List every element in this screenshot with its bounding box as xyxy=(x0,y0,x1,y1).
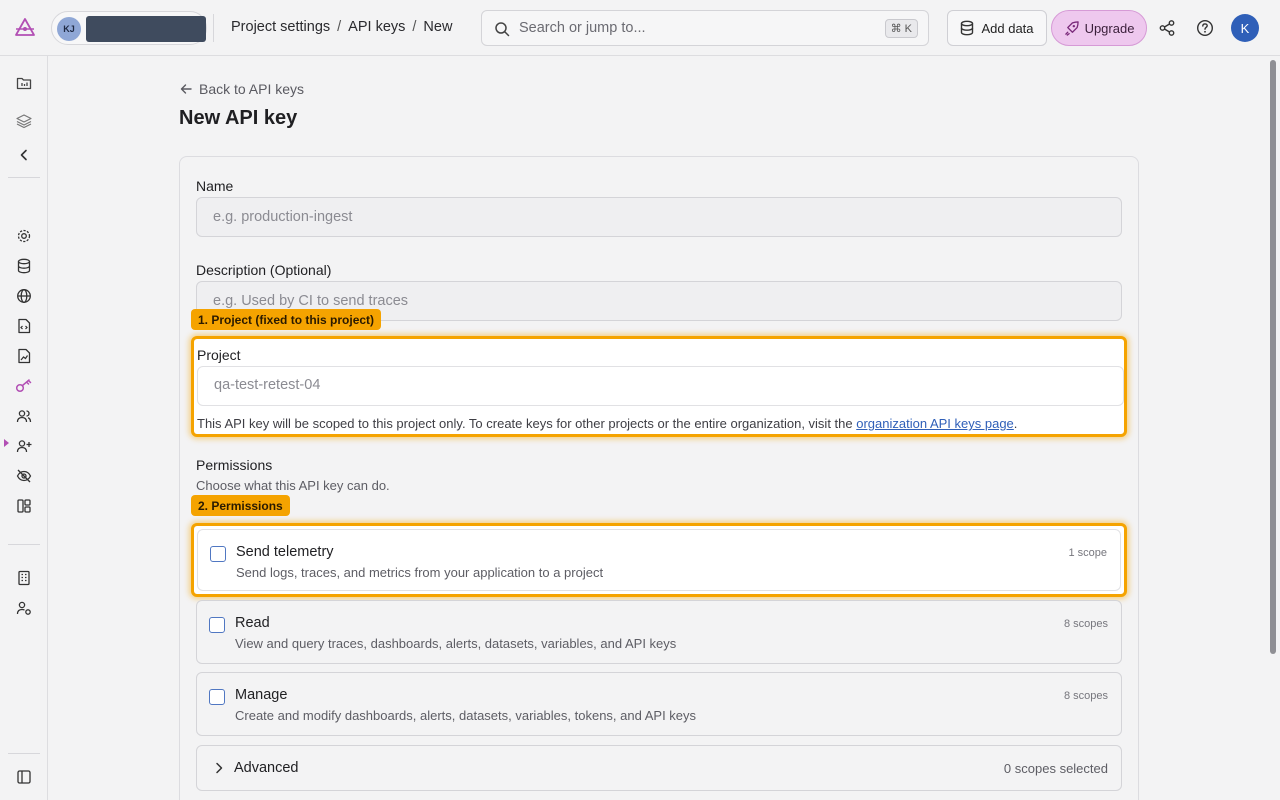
panel-toggle-icon[interactable] xyxy=(14,767,34,787)
project-section-highlight: Project qa-test-retest-04 This API key w… xyxy=(191,336,1127,437)
send-telemetry-checkbox[interactable] xyxy=(210,546,226,562)
project-step-tag: 1. Project (fixed to this project) xyxy=(191,309,382,330)
project-help-body: This API key will be scoped to this proj… xyxy=(197,416,857,431)
key-icon[interactable] xyxy=(14,376,34,396)
project-help-text: This API key will be scoped to this proj… xyxy=(197,416,1017,431)
org-avatar: KJ xyxy=(57,17,81,41)
sidebar xyxy=(0,56,48,800)
help-icon[interactable] xyxy=(1194,17,1216,39)
sidebar-separator xyxy=(8,753,40,754)
project-field: qa-test-retest-04 xyxy=(197,366,1124,406)
advanced-label: Advanced xyxy=(234,760,299,776)
sidebar-separator xyxy=(8,544,40,545)
breadcrumb-new: New xyxy=(423,19,453,35)
back-to-api-keys-link[interactable]: Back to API keys xyxy=(179,81,304,97)
project-help-end: . xyxy=(1013,416,1018,431)
database-icon xyxy=(961,20,974,36)
permissions-highlight: Send telemetry Send logs, traces, and me… xyxy=(191,523,1127,597)
globe-icon[interactable] xyxy=(14,286,34,306)
folder-icon[interactable] xyxy=(14,73,34,93)
permission-title: Read xyxy=(235,615,270,631)
permission-send-telemetry[interactable]: Send telemetry Send logs, traces, and me… xyxy=(197,529,1121,591)
add-data-label: Add data xyxy=(981,20,1034,36)
advanced-scope-count: 0 scopes selected xyxy=(1003,761,1108,776)
breadcrumb-separator: / xyxy=(412,19,417,35)
upgrade-button[interactable]: Upgrade xyxy=(1051,10,1147,46)
permission-title: Manage xyxy=(235,687,288,703)
search-icon xyxy=(495,22,510,37)
org-switcher[interactable]: KJ xyxy=(51,11,207,45)
permission-scope-count: 8 scopes xyxy=(1063,690,1108,702)
project-label: Project xyxy=(197,347,241,363)
building-icon[interactable] xyxy=(14,568,34,588)
org-name-redacted xyxy=(86,16,206,42)
name-field[interactable] xyxy=(196,197,1122,237)
name-label: Name xyxy=(196,178,234,194)
permission-manage[interactable]: Manage Create and modify dashboards, ale… xyxy=(196,672,1122,736)
eye-off-icon[interactable] xyxy=(14,466,34,486)
search-shortcut: ⌘ K xyxy=(884,19,918,38)
settings-icon[interactable] xyxy=(14,226,34,246)
permission-description: View and query traces, dashboards, alert… xyxy=(235,636,677,651)
header-divider xyxy=(213,14,214,42)
logo-icon[interactable] xyxy=(14,17,36,39)
permissions-step-tag: 2. Permissions xyxy=(191,495,290,516)
advanced-section-toggle[interactable]: Advanced 0 scopes selected xyxy=(196,745,1122,791)
organization-api-keys-link[interactable]: organization API keys page xyxy=(856,416,1014,431)
search-input[interactable]: Search or jump to... ⌘ K xyxy=(481,10,929,46)
breadcrumb: Project settings / API keys / New xyxy=(231,19,452,35)
database-icon[interactable] xyxy=(14,256,34,276)
description-label: Description (Optional) xyxy=(196,262,332,278)
manage-checkbox[interactable] xyxy=(209,689,225,705)
top-bar: KJ Project settings / API keys / New Sea… xyxy=(0,0,1280,56)
breadcrumb-project-settings[interactable]: Project settings xyxy=(231,19,330,35)
breadcrumb-separator: / xyxy=(337,19,342,35)
permission-description: Create and modify dashboards, alerts, da… xyxy=(235,708,697,723)
rocket-icon xyxy=(1064,20,1079,36)
search-placeholder: Search or jump to... xyxy=(519,20,646,36)
share-icon[interactable] xyxy=(1156,17,1178,39)
permissions-subtitle: Choose what this API key can do. xyxy=(196,478,390,493)
permission-scope-count: 1 scope xyxy=(1068,547,1107,559)
back-link-label: Back to API keys xyxy=(199,81,305,97)
user-plus-icon[interactable] xyxy=(14,436,34,456)
page-title: New API key xyxy=(179,107,298,129)
users-icon[interactable] xyxy=(14,406,34,426)
permission-scope-count: 8 scopes xyxy=(1063,618,1108,630)
upgrade-label: Upgrade xyxy=(1084,20,1135,36)
layout-icon[interactable] xyxy=(14,496,34,516)
permission-read[interactable]: Read View and query traces, dashboards, … xyxy=(196,600,1122,664)
code-file-icon[interactable] xyxy=(14,316,34,336)
user-settings-icon[interactable] xyxy=(14,598,34,618)
chevron-right-icon xyxy=(216,762,223,774)
permissions-label: Permissions xyxy=(196,457,273,473)
permission-title: Send telemetry xyxy=(236,544,334,560)
arrow-left-icon xyxy=(180,84,192,94)
breadcrumb-api-keys[interactable]: API keys xyxy=(348,19,405,35)
layers-icon[interactable] xyxy=(14,111,34,131)
active-indicator xyxy=(4,439,9,447)
page-scrollbar[interactable] xyxy=(1270,60,1276,654)
file-chart-icon[interactable] xyxy=(14,346,34,366)
user-avatar[interactable]: K xyxy=(1231,14,1259,42)
read-checkbox[interactable] xyxy=(209,617,225,633)
sidebar-separator xyxy=(8,177,40,178)
add-data-button[interactable]: Add data xyxy=(947,10,1047,46)
collapse-chevron-icon[interactable] xyxy=(14,145,34,165)
permission-description: Send logs, traces, and metrics from your… xyxy=(236,565,604,580)
